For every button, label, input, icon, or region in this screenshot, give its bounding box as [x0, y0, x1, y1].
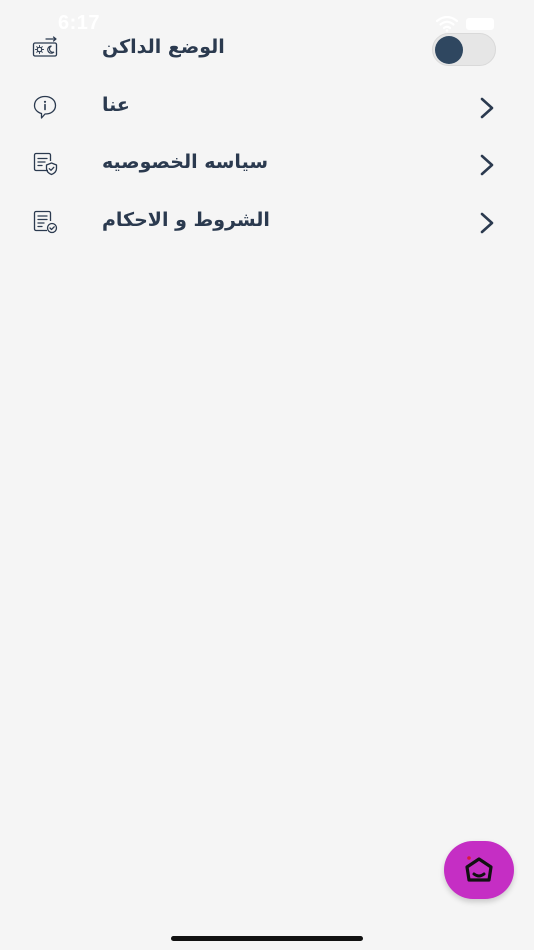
menu-item-label: الشروط و الاحكام — [102, 208, 270, 231]
chevron-right-icon — [480, 212, 494, 233]
menu-item-about[interactable]: عنا — [0, 78, 534, 136]
home-fab-button[interactable] — [444, 841, 514, 899]
menu-item-dark-mode[interactable]: الوضع الداكن — [0, 20, 534, 78]
home-indicator — [171, 936, 363, 941]
chevron-right-icon — [480, 154, 494, 176]
toggle-knob — [435, 35, 463, 64]
info-icon — [33, 95, 57, 119]
privacy-document-icon — [33, 152, 58, 176]
settings-menu: الوضع الداكن عنا سياسه الخصوصيه الشروط و… — [0, 20, 534, 250]
menu-item-terms-and-conditions[interactable]: الشروط و الاحكام — [0, 193, 534, 251]
menu-item-label: عنا — [102, 93, 130, 116]
menu-item-label: سياسه الخصوصيه — [102, 151, 269, 173]
home-icon — [465, 856, 493, 882]
dark-mode-toggle[interactable] — [432, 33, 496, 66]
terms-document-icon — [33, 210, 58, 233]
menu-item-privacy-policy[interactable]: سياسه الخصوصيه — [0, 135, 534, 193]
dark-mode-icon — [32, 36, 58, 57]
chevron-right-icon — [480, 97, 494, 118]
menu-item-label: الوضع الداكن — [102, 36, 225, 58]
